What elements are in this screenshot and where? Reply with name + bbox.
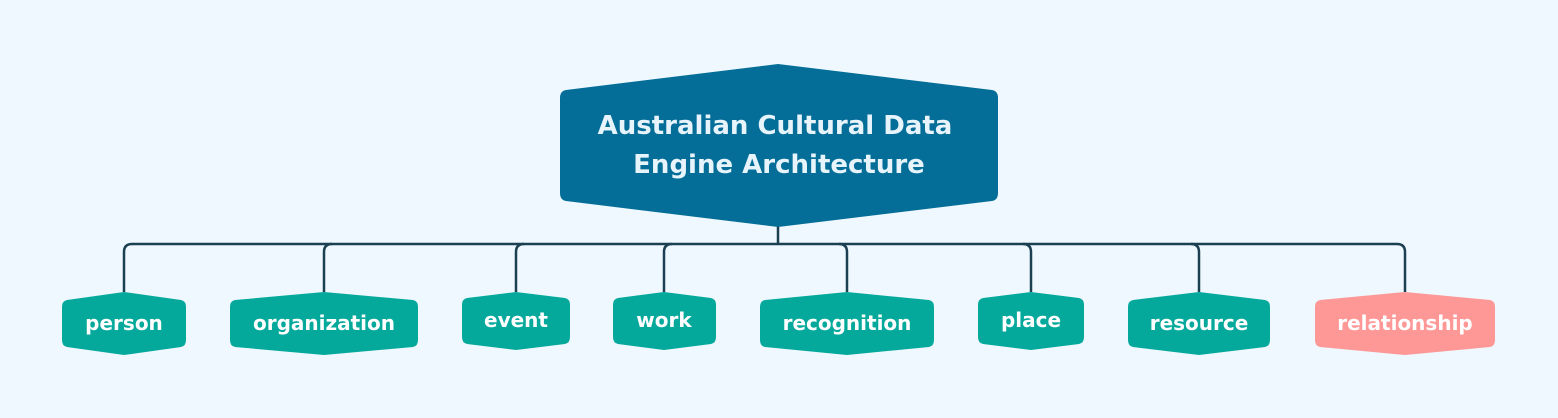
root-title-line2: Engine Architecture [633, 150, 925, 180]
diagram-canvas: Australian Cultural Data Engine Architec… [0, 0, 1558, 418]
connector-place [1022, 242, 1033, 292]
person-label: person [85, 311, 163, 335]
relationship-label: relationship [1337, 311, 1473, 335]
child-node-organization[interactable]: organization [230, 292, 418, 355]
child-node-relationship[interactable]: relationship [1315, 292, 1495, 355]
event-label: event [484, 308, 548, 332]
place-label: place [1001, 308, 1061, 332]
connector-lines [122, 224, 1407, 292]
resource-label: resource [1150, 311, 1249, 335]
child-node-event[interactable]: event [462, 292, 570, 350]
root-title-line1: Australian Cultural Data [598, 111, 953, 141]
child-node-resource[interactable]: resource [1128, 292, 1270, 355]
connector-organization [322, 242, 333, 292]
organization-label: organization [253, 311, 395, 335]
connector-recognition [838, 242, 849, 292]
work-label: work [636, 308, 692, 332]
child-node-recognition[interactable]: recognition [760, 292, 934, 355]
child-node-place[interactable]: place [978, 292, 1084, 350]
architecture-diagram: Australian Cultural Data Engine Architec… [62, 64, 1495, 355]
connector-bus [122, 242, 1407, 292]
child-node-person[interactable]: person [62, 292, 186, 355]
connector-work [662, 242, 673, 292]
root-node-shape [560, 64, 998, 227]
child-node-work[interactable]: work [613, 292, 716, 350]
root-node[interactable]: Australian Cultural Data Engine Architec… [560, 64, 998, 227]
recognition-label: recognition [783, 311, 912, 335]
connector-event [514, 242, 525, 292]
connector-resource [1190, 242, 1201, 292]
